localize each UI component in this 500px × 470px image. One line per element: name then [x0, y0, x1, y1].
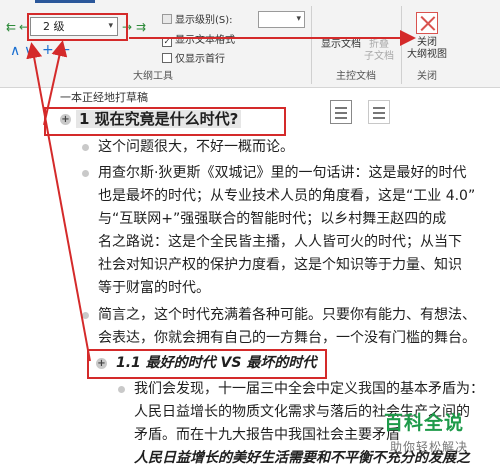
- paragraph-2-line[interactable]: 用查尔斯·狄更斯《双城记》里的一句话讲：这是最好的时代: [98, 164, 466, 182]
- close-outline-view-button[interactable]: 关闭 大纲视图: [404, 12, 450, 61]
- collapse-subdoc-label-2: 子文档: [364, 51, 394, 62]
- paragraph-2-line[interactable]: 也是最坏的时代；从专业技术人员的角度看，这是“工业 4.0”: [98, 187, 475, 205]
- show-text-format-checkbox[interactable]: ✓: [162, 37, 172, 47]
- move-down-icon[interactable]: ∨: [24, 44, 34, 58]
- collapse-subdocuments-button[interactable]: 折叠 子文档: [364, 12, 394, 124]
- show-text-format-label: 显示文本格式: [175, 35, 235, 46]
- first-line-only-label: 仅显示首行: [175, 54, 225, 65]
- master-document-group-label: 主控文档: [336, 71, 376, 82]
- show-document-button[interactable]: 显示文档: [318, 12, 364, 124]
- paragraph-4-line[interactable]: 矛盾。而在十九大报告中我国社会主要矛盾: [134, 426, 400, 444]
- group-divider: [401, 6, 402, 84]
- show-level-dropdown[interactable]: ▾: [258, 11, 305, 28]
- paragraph-3-line[interactable]: 会表达，你就会拥有自己的一方舞台，一个没有门槛的舞台。: [98, 329, 476, 347]
- outline-tools-group-label: 大纲工具: [133, 71, 173, 82]
- watermark-logo: 百科全说 助你轻松解决: [384, 412, 500, 468]
- body-bullet-icon[interactable]: [118, 386, 125, 393]
- watermark-subtitle: 助你轻松解决: [390, 440, 469, 454]
- show-level-option: 显示级别(S):: [162, 14, 233, 27]
- group-divider: [311, 6, 312, 84]
- show-document-label: 显示文档: [321, 39, 361, 50]
- chevron-down-icon: ▾: [296, 14, 301, 24]
- body-bullet-icon[interactable]: [82, 144, 89, 151]
- paragraph-2-line[interactable]: 名之路说：这是个全民皆主播，人人皆可火的时代；从当下: [98, 233, 462, 251]
- show-text-format-option[interactable]: ✓ 显示文本格式: [162, 35, 235, 47]
- paragraph-1[interactable]: 这个问题很大，不好一概而论。: [98, 138, 294, 156]
- outline-tab-indicator: [35, 0, 95, 3]
- collapse-minus-icon[interactable]: −: [59, 43, 71, 57]
- paragraph-4-line[interactable]: 我们会发现，十一届三中全会中定义我国的基本矛盾为：: [134, 380, 484, 398]
- close-group-label: 关闭: [417, 71, 437, 82]
- demote-to-body-button[interactable]: ⇉: [136, 20, 146, 34]
- expand-plus-icon[interactable]: +: [42, 43, 54, 57]
- move-up-icon[interactable]: ∧: [10, 44, 20, 58]
- close-view-label-2: 大纲视图: [407, 49, 447, 60]
- close-view-label-1: 关闭: [417, 37, 437, 48]
- paragraph-3-line[interactable]: 简言之，这个时代充满着各种可能。只要你有能力、有想法、: [98, 306, 476, 324]
- first-line-only-option[interactable]: 仅显示首行: [162, 53, 225, 66]
- collapse-subdoc-label-1: 折叠: [369, 39, 389, 50]
- document-top-line: 一本正经地打草稿: [60, 91, 148, 104]
- paragraph-2-line[interactable]: 与“互联网+”强强联合的智能时代；以乡村舞王赵四的成: [98, 210, 446, 228]
- paragraph-2-line[interactable]: 社会对知识产权的保护力度看，这是个知识等于力量、知识: [98, 256, 462, 274]
- show-level-label: 显示级别(S):: [175, 15, 233, 26]
- watermark-title: 百科全说: [384, 412, 465, 434]
- annotation-box-heading2: [87, 349, 327, 379]
- level-list-icon: [162, 14, 172, 24]
- annotation-box-heading1: [44, 107, 286, 136]
- close-x-icon: [416, 12, 438, 34]
- body-bullet-icon[interactable]: [82, 170, 89, 177]
- paragraph-2-line[interactable]: 等于财富的时代。: [98, 279, 210, 297]
- body-bullet-icon[interactable]: [82, 312, 89, 319]
- annotation-box-level-select: [27, 13, 128, 41]
- first-line-only-checkbox[interactable]: [162, 53, 172, 63]
- promote-to-heading1-button[interactable]: ⇇: [6, 20, 16, 34]
